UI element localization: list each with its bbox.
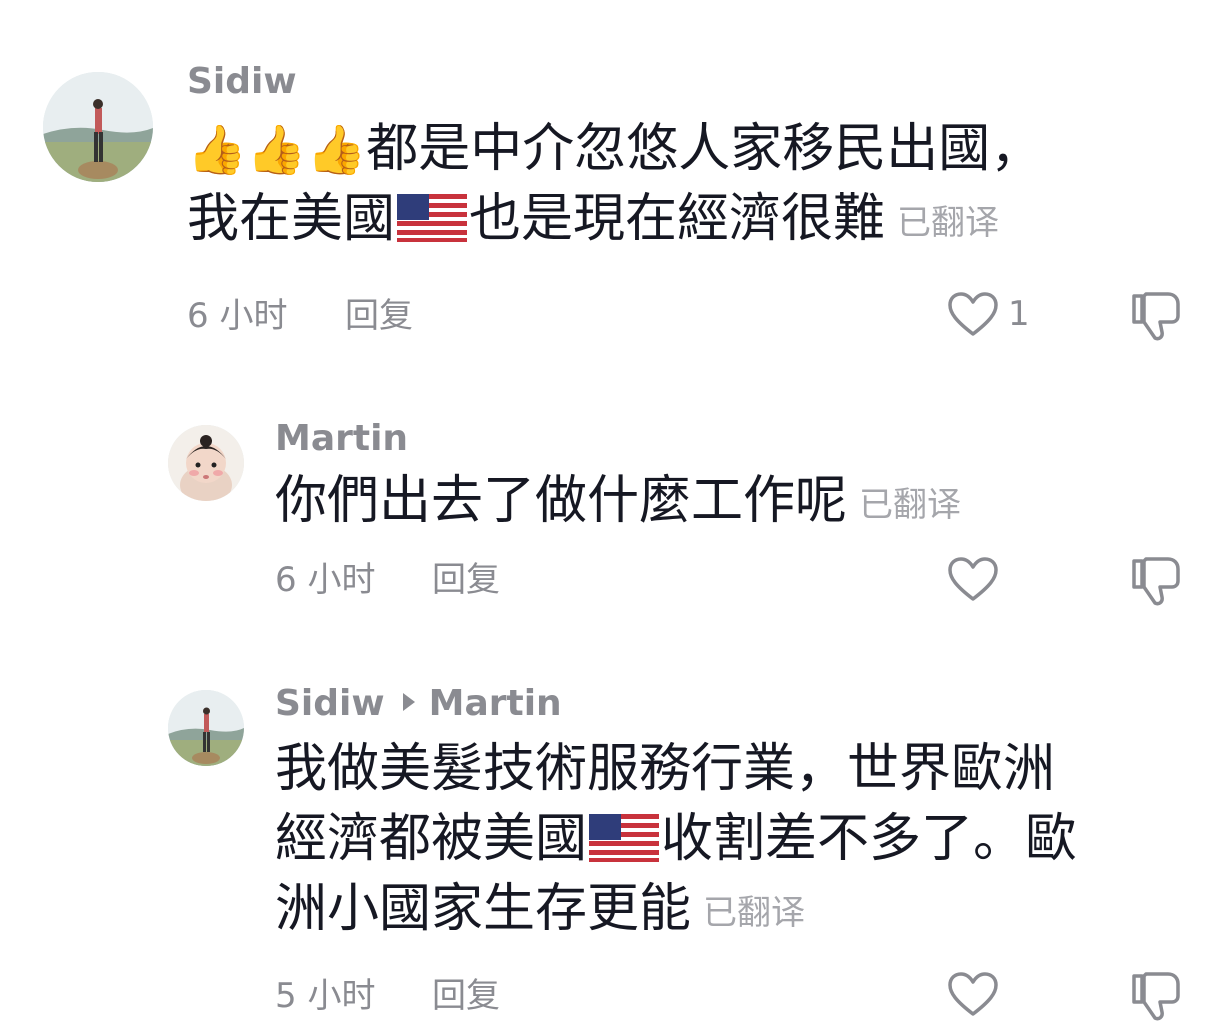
us-flag-icon: [397, 194, 468, 242]
timestamp: 5 小时: [275, 976, 376, 1016]
reply-to-name[interactable]: Martin: [429, 683, 562, 724]
comment-line: 洲小國家生存更能: [275, 879, 692, 939]
avatar[interactable]: [43, 72, 153, 182]
thumbs-down-icon: [1132, 972, 1180, 1021]
avatar[interactable]: [168, 425, 244, 501]
translated-label[interactable]: 已翻译: [703, 893, 805, 933]
comment-line: 你們出去了做什麼工作呢: [275, 471, 848, 531]
thumbs-up-emoji: 👍👍👍: [187, 122, 367, 178]
comment-line: 收割差不多了。歐: [661, 809, 1078, 869]
comment-text: 👍👍👍都是中介忽悠人家移民出國， 我在美國 也是現在經濟很難 已翻译: [187, 114, 1147, 258]
heart-icon: [948, 292, 998, 336]
reply-arrow-icon: [402, 693, 415, 711]
avatar[interactable]: [168, 690, 244, 766]
dislike-button[interactable]: [1128, 553, 1184, 607]
heart-icon: [948, 557, 998, 601]
thumbs-down-icon: [1132, 292, 1180, 341]
username: Sidiw Martin: [275, 682, 562, 726]
timestamp: 6 小时: [275, 560, 376, 600]
like-button[interactable]: 1: [946, 290, 1030, 338]
dislike-button[interactable]: [1128, 288, 1184, 342]
comment-line: 我在美國: [187, 189, 396, 249]
comment-line: 經濟都被美國: [275, 809, 588, 869]
like-button[interactable]: [946, 555, 1000, 603]
us-flag-icon: [589, 814, 660, 862]
reply-button[interactable]: 回复: [432, 976, 500, 1016]
timestamp: 6 小时: [187, 296, 288, 336]
username[interactable]: Sidiw: [187, 60, 297, 104]
dislike-button[interactable]: [1128, 968, 1184, 1022]
comment-1: Sidiw 👍👍👍都是中介忽悠人家移民出國， 我在美國 也是現在經濟很難 已翻译 6…: [0, 0, 1224, 360]
reply-button[interactable]: 回复: [345, 296, 413, 336]
comment-2: Martin 你們出去了做什麼工作呢 已翻译 6 小时 回复: [0, 360, 1224, 660]
username[interactable]: Martin: [275, 417, 408, 461]
comment-text: 你們出去了做什麼工作呢 已翻译: [275, 466, 1175, 540]
translated-label[interactable]: 已翻译: [897, 203, 999, 243]
author-name[interactable]: Sidiw: [275, 683, 385, 724]
reply-button[interactable]: 回复: [432, 560, 500, 600]
heart-icon: [948, 972, 998, 1016]
comment-3: Sidiw Martin 我做美髮技術服務行業，世界歐洲 經濟都被美國 收割差不多了…: [0, 660, 1224, 1030]
comment-text: 我做美髮技術服務行業，世界歐洲 經濟都被美國 收割差不多了。歐 洲小國家生存更能已…: [275, 734, 1175, 948]
comment-line: 也是現在經濟很難: [469, 189, 886, 249]
translated-label[interactable]: 已翻译: [859, 485, 961, 525]
like-count: 1: [1008, 294, 1030, 334]
comment-line: 我做美髮技術服務行業，世界歐洲: [275, 739, 1056, 799]
thumbs-down-icon: [1132, 557, 1180, 606]
like-button[interactable]: [946, 970, 1000, 1018]
comment-line: 都是中介忽悠人家移民出國，: [366, 119, 1043, 179]
